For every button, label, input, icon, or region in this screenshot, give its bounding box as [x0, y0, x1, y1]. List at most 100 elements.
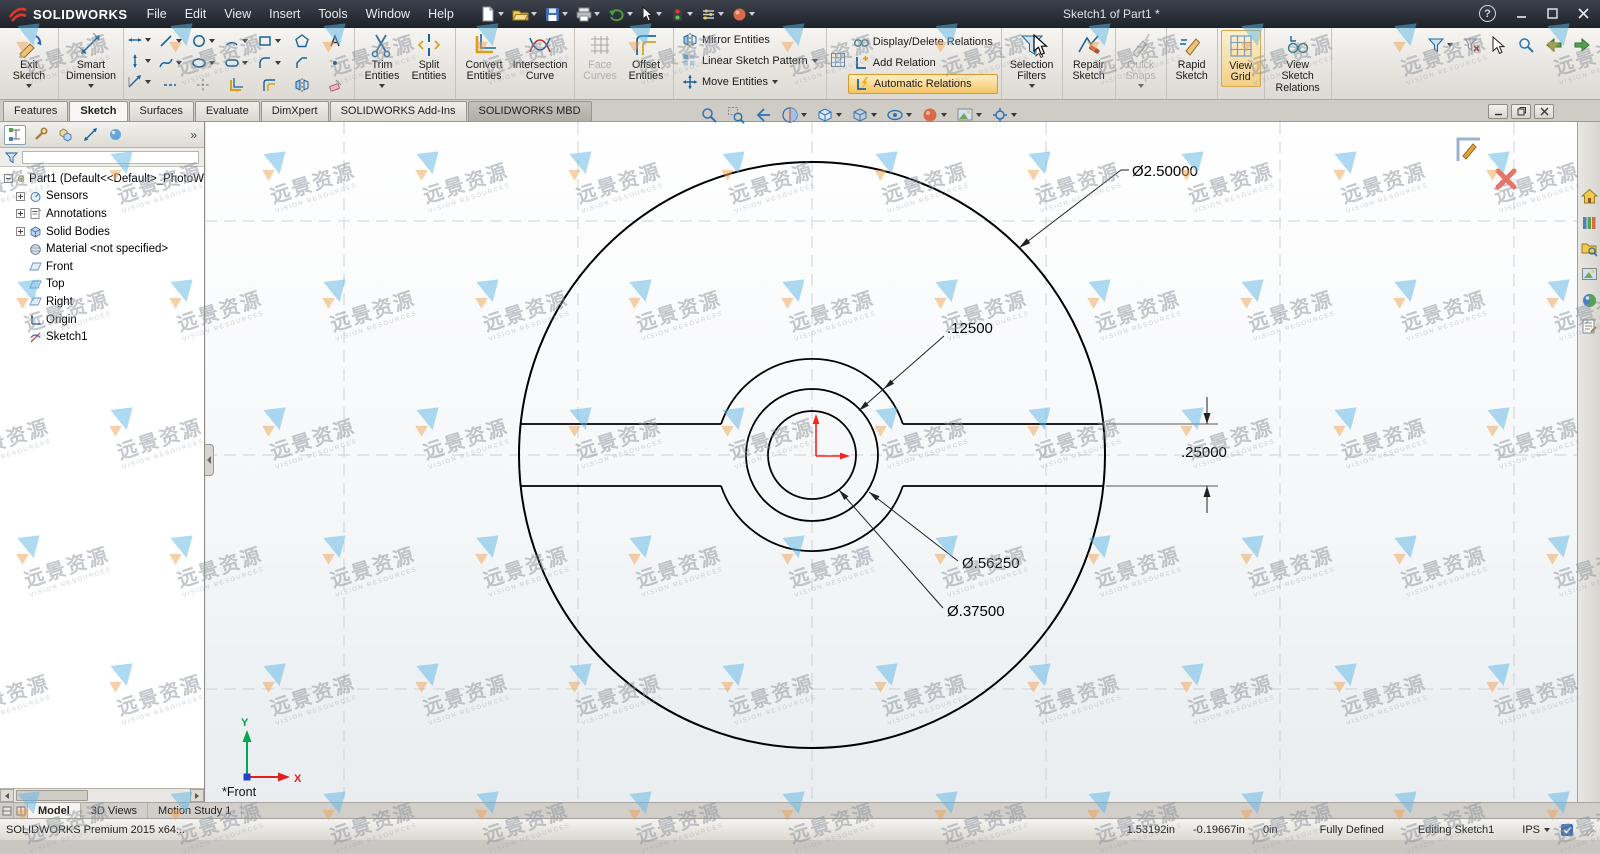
polygon-tool-button[interactable] [285, 31, 318, 51]
slot-tool-button[interactable] [219, 53, 252, 73]
display-delete-relations-button[interactable]: Display/Delete Relations [848, 32, 998, 52]
filter-button[interactable] [1424, 34, 1456, 56]
dim-hub-outer-label[interactable]: Ø.56250 [962, 555, 1020, 572]
rebuild-button[interactable] [667, 5, 696, 24]
exit-sketch-button[interactable]: Exit Sketch [3, 30, 55, 90]
tree-item-top-plane[interactable]: Top [0, 276, 204, 294]
select-button[interactable] [638, 4, 665, 24]
zoom-to-selection-button[interactable] [1514, 34, 1538, 56]
status-units[interactable]: IPS [1522, 824, 1540, 836]
sketch-canvas[interactable]: Ø2.50000 .12500 .25000 Ø.56250 Ø.37500 [206, 122, 1577, 802]
dim-wall-gap-label[interactable]: .12500 [947, 320, 993, 337]
scroll-right-button[interactable] [190, 789, 204, 802]
display-style-button[interactable] [848, 103, 880, 127]
menu-file[interactable]: File [138, 0, 176, 28]
spline-tool-button[interactable] [153, 53, 186, 73]
convert-entities-button[interactable]: Convert Entities [459, 30, 509, 85]
dropdown-arrow-icon[interactable] [145, 59, 151, 63]
tree-item-annotations[interactable]: Annotations [0, 205, 204, 223]
zoom-fit-button[interactable] [697, 103, 721, 127]
ellipse-tool-button[interactable] [186, 53, 219, 73]
dropdown-arrow-icon[interactable] [88, 83, 94, 88]
panel-horizontal-scrollbar[interactable] [0, 788, 204, 802]
close-button[interactable] [1569, 2, 1598, 24]
dropdown-arrow-icon[interactable] [626, 12, 633, 16]
tree-item-sketch1[interactable]: Sketch1 [0, 328, 204, 346]
menu-view[interactable]: View [215, 0, 260, 28]
panel-splitter-handle[interactable] [205, 444, 214, 476]
confirmation-corner[interactable] [1453, 134, 1483, 164]
vertical-dimension-button[interactable] [127, 51, 151, 71]
dropdown-arrow-icon[interactable] [941, 113, 947, 117]
dropdown-arrow-icon[interactable] [801, 113, 807, 117]
tab-solidworks-mbd[interactable]: SOLIDWORKS MBD [467, 101, 592, 121]
display-manager-tab[interactable] [104, 125, 126, 145]
tab-model[interactable]: Model [28, 803, 81, 818]
menu-help[interactable]: Help [419, 0, 463, 28]
clear-filter-button[interactable] [1460, 34, 1484, 56]
units-dropdown-arrow-icon[interactable] [1544, 827, 1550, 832]
dim-slot-width-label[interactable]: .25000 [1181, 444, 1227, 461]
dropdown-arrow-icon[interactable] [811, 59, 818, 63]
status-indicator-icon[interactable] [1560, 823, 1574, 837]
dropdown-arrow-icon[interactable] [208, 39, 215, 43]
chamfer-tool-button[interactable] [285, 53, 318, 73]
face-curves-button[interactable]: Face Curves [578, 30, 622, 85]
hide-show-items-button[interactable] [883, 103, 915, 127]
add-relation-button[interactable]: Add Relation [848, 53, 998, 73]
feature-manager-tab[interactable] [4, 124, 26, 145]
view-palette-button[interactable] [1579, 264, 1599, 284]
resize-grip[interactable] [1580, 822, 1594, 837]
dropdown-arrow-icon[interactable] [748, 12, 755, 16]
section-view-button[interactable] [778, 103, 810, 127]
move-entities-button[interactable]: Move Entities [677, 72, 783, 92]
dropdown-arrow-icon[interactable] [530, 12, 537, 16]
dimxpert-manager-tab[interactable] [79, 125, 101, 145]
dropdown-arrow-icon[interactable] [145, 80, 151, 84]
dropdown-arrow-icon[interactable] [175, 39, 182, 43]
rectangle-tool-button[interactable] [252, 31, 285, 51]
point-tool-button[interactable] [318, 53, 351, 73]
split-entities-button[interactable]: Split Entities [406, 30, 452, 85]
tab-evaluate[interactable]: Evaluate [194, 101, 260, 121]
horizontal-dimension-button[interactable] [127, 30, 151, 50]
new-document-button[interactable] [477, 4, 507, 24]
dropdown-arrow-icon[interactable] [717, 12, 724, 16]
erase-tool-button[interactable] [318, 75, 351, 95]
collapse-expander-icon[interactable] [4, 174, 13, 184]
print-button[interactable] [573, 5, 603, 24]
open-button[interactable] [509, 5, 540, 24]
view-sketch-relations-button[interactable]: View Sketch Relations [1268, 30, 1328, 96]
dropdown-arrow-icon[interactable] [686, 12, 693, 16]
dropdown-arrow-icon[interactable] [145, 38, 151, 42]
dropdown-arrow-icon[interactable] [906, 113, 912, 117]
ordinate-dimension-button[interactable] [127, 72, 151, 92]
help-icon[interactable]: ? [1479, 5, 1496, 22]
dropdown-arrow-icon[interactable] [772, 80, 779, 84]
menu-edit[interactable]: Edit [176, 0, 216, 28]
dropdown-arrow-icon[interactable] [561, 12, 568, 16]
dropdown-arrow-icon[interactable] [871, 113, 877, 117]
dropdown-arrow-icon[interactable] [274, 61, 281, 65]
automatic-relations-button[interactable]: Automatic Relations [847, 74, 998, 94]
doc-restore-button[interactable] [1511, 104, 1531, 119]
centerline-tool-button[interactable] [153, 75, 186, 95]
dropdown-arrow-icon[interactable] [497, 12, 504, 16]
dropdown-arrow-icon[interactable] [241, 61, 248, 65]
tab-solidworks-addins[interactable]: SOLIDWORKS Add-Ins [329, 101, 467, 121]
apply-scene-button[interactable] [953, 103, 985, 127]
text-tool-button[interactable] [318, 31, 351, 51]
intersection-curve-button[interactable]: Intersection Curve [509, 30, 571, 85]
solidworks-resources-button[interactable] [1579, 186, 1599, 206]
tree-root-part1[interactable]: Part1 (Default<<Default>_PhotoW [0, 170, 204, 188]
dropdown-arrow-icon[interactable] [1011, 113, 1017, 117]
tree-item-right-plane[interactable]: Right [0, 293, 204, 311]
tab-3d-views[interactable]: 3D Views [81, 803, 149, 818]
zoom-area-button[interactable] [724, 103, 748, 127]
fillet-tool-button[interactable] [252, 53, 285, 73]
maximize-button[interactable] [1538, 2, 1567, 24]
scrollbar-thumb[interactable] [16, 790, 88, 801]
smart-dimension-button[interactable]: Smart Dimension [62, 30, 120, 90]
dropdown-arrow-icon[interactable] [208, 61, 215, 65]
previous-command-button[interactable] [1542, 34, 1566, 56]
